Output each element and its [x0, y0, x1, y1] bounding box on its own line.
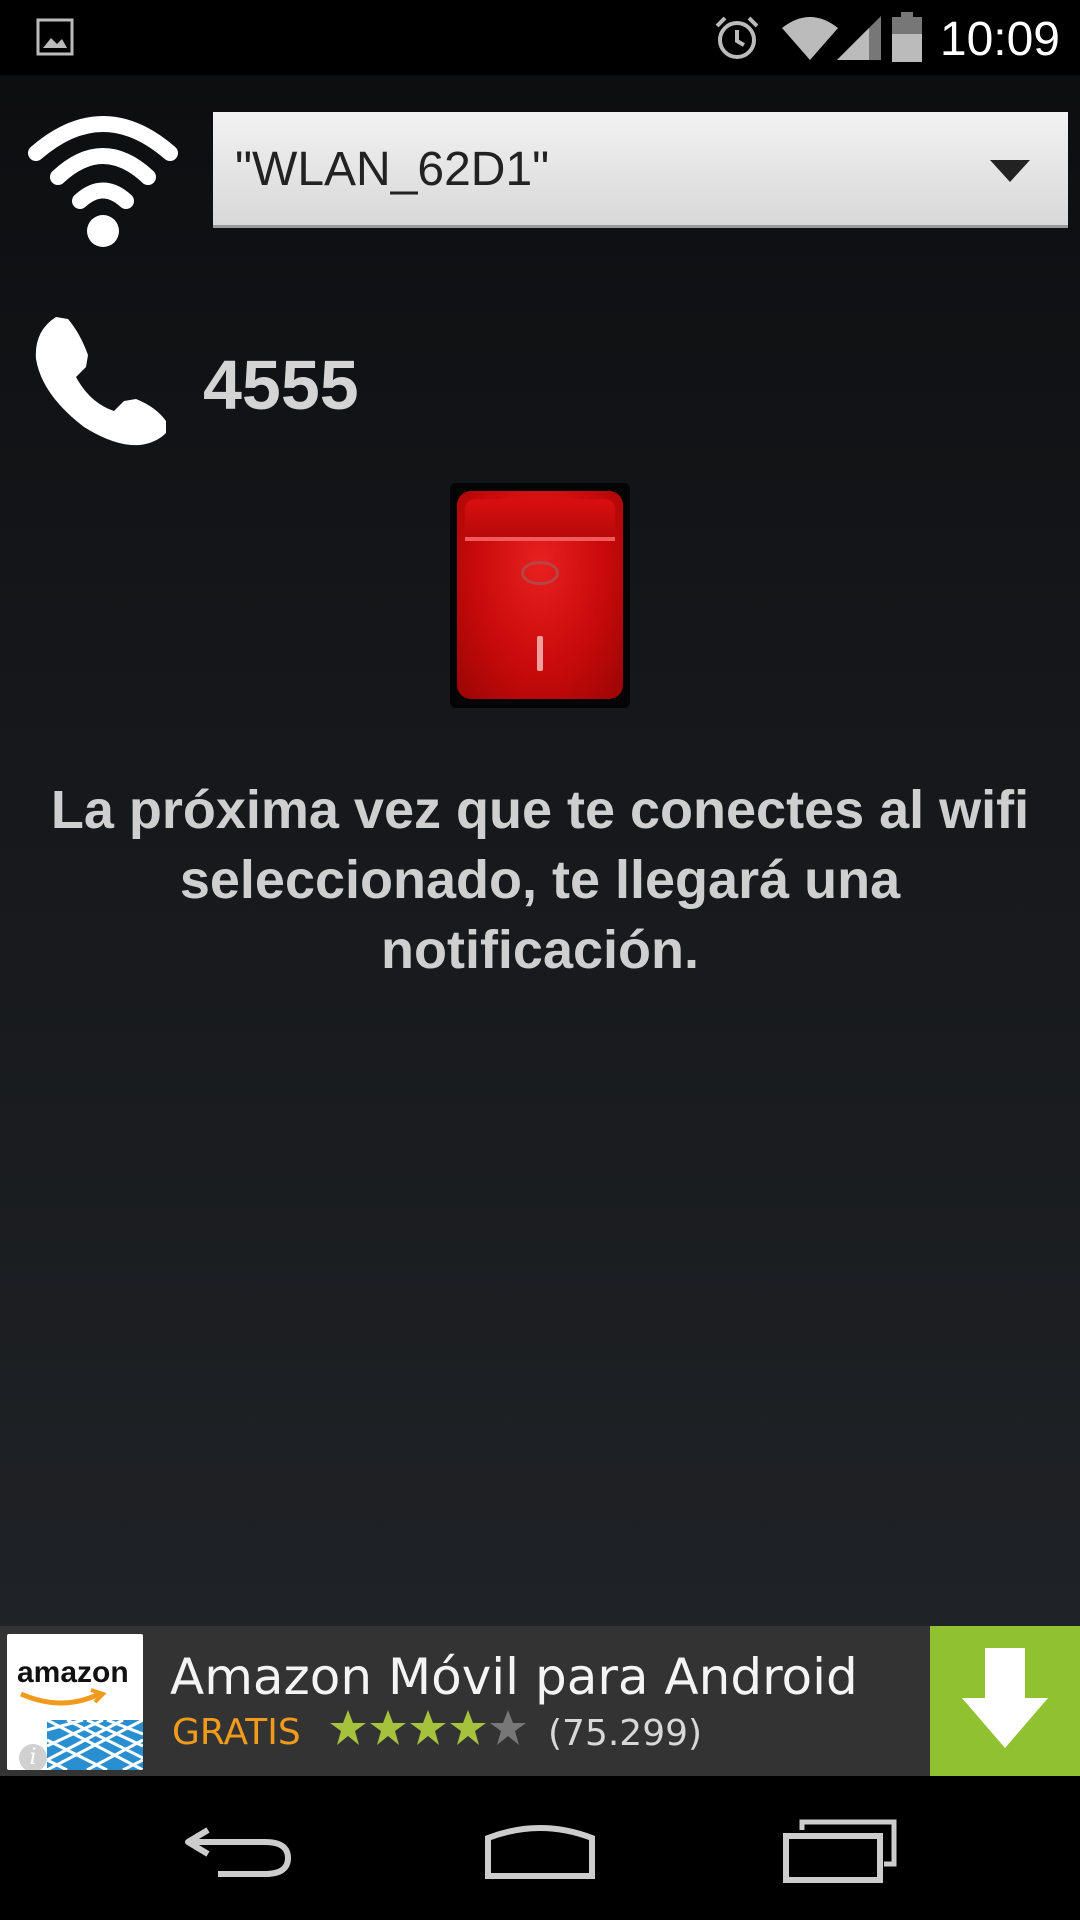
switch-off-symbol	[521, 561, 559, 585]
main-content: "WLAN_62D1" 4555 La próxima vez que te c…	[0, 75, 1080, 1626]
wifi-signal-icon	[782, 17, 838, 60]
ad-price: GRATIS	[172, 1712, 301, 1753]
wifi-icon	[28, 116, 178, 247]
shopping-cart-icon	[46, 1718, 143, 1770]
amazon-smile-icon	[19, 1688, 107, 1706]
star-icon	[450, 1710, 486, 1745]
switch-top	[465, 499, 615, 541]
power-toggle-switch[interactable]	[450, 483, 630, 708]
selected-network: "WLAN_62D1"	[235, 143, 550, 196]
recents-icon[interactable]	[780, 1816, 900, 1886]
wifi-network-dropdown[interactable]: "WLAN_62D1"	[213, 112, 1068, 228]
download-arrow-icon	[962, 1648, 1048, 1748]
download-button[interactable]	[930, 1626, 1080, 1776]
ad-banner[interactable]: amazon i Amazon Móvil para Android GRATI…	[0, 1626, 1080, 1776]
phone-number: 4555	[203, 346, 359, 424]
star-empty-icon	[490, 1710, 526, 1745]
status-bar: 10:09	[0, 0, 1080, 75]
back-icon[interactable]	[180, 1816, 300, 1886]
switch-on-symbol	[537, 636, 543, 671]
phone-icon	[35, 317, 167, 446]
cell-signal-icon	[837, 16, 881, 60]
amazon-logo: amazon i	[7, 1634, 143, 1770]
switch-face	[457, 491, 623, 699]
ad-info-icon[interactable]: i	[19, 1744, 47, 1770]
battery-icon	[892, 12, 922, 62]
rating-stars	[328, 1708, 528, 1754]
clock: 10:09	[939, 13, 1060, 66]
star-icon	[370, 1710, 406, 1745]
star-icon	[410, 1710, 446, 1745]
home-icon[interactable]	[480, 1816, 600, 1886]
chevron-down-icon	[990, 160, 1030, 182]
image-notification-icon	[36, 18, 74, 56]
status-message: La próxima vez que te conectes al wifi s…	[50, 780, 1030, 980]
star-icon	[330, 1710, 366, 1745]
navigation-bar	[0, 1776, 1080, 1920]
review-count: (75.299)	[548, 1713, 703, 1754]
ad-title: Amazon Móvil para Android	[170, 1648, 858, 1706]
alarm-icon	[715, 16, 759, 59]
